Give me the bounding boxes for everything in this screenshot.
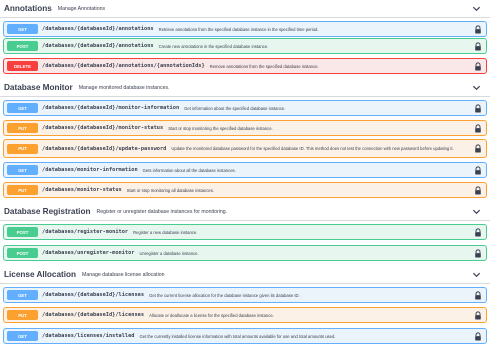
operation-row[interactable]: DELETE /databases/{databaseId}/annotatio… [3, 58, 487, 74]
operation-path: /databases/monitor-information [42, 167, 138, 173]
operation-row[interactable]: PUT /databases/monitor-status Start or s… [3, 182, 487, 198]
method-badge: PUT [7, 123, 38, 133]
operation-path: /databases/register-monitor [42, 229, 129, 235]
lock-icon[interactable] [474, 249, 482, 258]
operation-path: /databases/{databaseId}/update-password [42, 145, 167, 152]
operation-path: /databases/monitor-status [42, 187, 122, 193]
section-header-database-monitor[interactable]: Database Monitor Manage monitored databa… [0, 79, 490, 97]
operation-path: /databases/unregister-monitor [42, 250, 135, 256]
operation-path: /databases/{databaseId}/licenses [42, 292, 145, 298]
section-description: Manage monitored database instances. [78, 84, 170, 91]
operation-row[interactable]: PUT /databases/{databaseId}/monitor-stat… [3, 120, 487, 136]
lock-icon[interactable] [474, 186, 482, 195]
section-description: Manage Annotations [57, 5, 106, 12]
section-header-license-allocation[interactable]: License Allocation Manage database licen… [0, 266, 490, 284]
operation-row[interactable]: GET /databases/{databaseId}/monitor-info… [3, 100, 487, 116]
operation-row[interactable]: GET /databases/{databaseId}/licenses Get… [3, 287, 487, 303]
operation-row[interactable]: GET /databases/monitor-information Gets … [3, 162, 487, 178]
chevron-down-icon[interactable] [472, 83, 481, 92]
lock-icon[interactable] [474, 291, 482, 300]
operation-path: /databases/{databaseId}/monitor-status [42, 125, 164, 131]
lock-icon[interactable] [474, 25, 482, 34]
method-badge: PUT [7, 143, 38, 154]
operation-summary: Remove annotations from the specified da… [209, 63, 319, 69]
lock-icon[interactable] [474, 166, 482, 175]
operation-summary: Start or stop monitoring all database in… [126, 187, 215, 193]
lock-icon[interactable] [474, 311, 482, 320]
method-badge: GET [7, 290, 38, 300]
operation-summary: Allocate or deallocate a license for the… [149, 312, 274, 318]
section-title: License Allocation [4, 270, 77, 279]
chevron-down-icon[interactable] [472, 207, 481, 216]
operation-path: /databases/{databaseId}/monitor-informat… [42, 105, 180, 111]
lock-icon[interactable] [474, 62, 482, 71]
lock-icon[interactable] [474, 332, 482, 341]
method-badge: GET [7, 24, 38, 34]
operation-path: /databases/licenses/installed [42, 333, 135, 339]
operation-path: /databases/{databaseId}/annotations/{ann… [42, 63, 205, 69]
section-title: Annotations [4, 4, 52, 13]
lock-icon[interactable] [474, 104, 482, 113]
section-description: Register or unregister database instance… [96, 208, 228, 215]
operation-summary: Update the monitored database password f… [171, 146, 454, 151]
method-badge: GET [7, 103, 38, 113]
operation-row[interactable]: POST /databases/register-monitor Registe… [3, 224, 487, 240]
chevron-down-icon[interactable] [472, 4, 481, 13]
method-badge: GET [7, 331, 38, 341]
section-title: Database Registration [4, 207, 91, 216]
lock-icon[interactable] [474, 42, 482, 51]
operation-summary: Get the currently installed license info… [139, 333, 336, 339]
operation-summary: Unregister a database instance. [139, 250, 199, 256]
section-description: Manage database license allocation [82, 271, 165, 278]
lock-icon[interactable] [474, 228, 482, 237]
operation-path: /databases/{databaseId}/annotations [42, 43, 154, 49]
operation-row[interactable]: GET /databases/{databaseId}/annotations … [3, 21, 487, 37]
operation-row[interactable]: PUT /databases/{databaseId}/licenses All… [3, 307, 487, 323]
method-badge: POST [7, 41, 38, 51]
method-badge: DELETE [7, 61, 38, 71]
method-badge: GET [7, 165, 38, 175]
operation-summary: Get information about the specified data… [184, 105, 286, 111]
operation-row[interactable]: PUT /databases/{databaseId}/update-passw… [3, 139, 487, 158]
operation-row[interactable]: GET /databases/licenses/installed Get th… [3, 328, 487, 344]
operation-summary: Create new annotations in the specified … [158, 43, 269, 49]
section-title: Database Monitor [4, 83, 73, 92]
operation-row[interactable]: POST /databases/{databaseId}/annotations… [3, 38, 487, 54]
operation-summary: Get the current license allocation for t… [149, 292, 300, 298]
lock-icon[interactable] [474, 144, 482, 153]
operation-summary: Gets information about all the database … [142, 167, 236, 173]
section-header-annotations[interactable]: Annotations Manage Annotations [0, 0, 490, 18]
operation-summary: Retrieve annotations from the specified … [158, 26, 319, 32]
method-badge: PUT [7, 310, 38, 320]
operation-summary: Register a new database instance. [133, 229, 198, 235]
operation-path: /databases/{databaseId}/licenses [42, 312, 145, 318]
method-badge: POST [7, 227, 38, 237]
method-badge: PUT [7, 185, 38, 195]
section-header-database-registration[interactable]: Database Registration Register or unregi… [0, 203, 490, 221]
operation-row[interactable]: POST /databases/unregister-monitor Unreg… [3, 245, 487, 261]
operation-summary: Start or stop monitoring the specified d… [168, 125, 273, 131]
chevron-down-icon[interactable] [472, 270, 481, 279]
lock-icon[interactable] [474, 124, 482, 133]
operation-path: /databases/{databaseId}/annotations [42, 26, 154, 32]
method-badge: POST [7, 248, 38, 258]
